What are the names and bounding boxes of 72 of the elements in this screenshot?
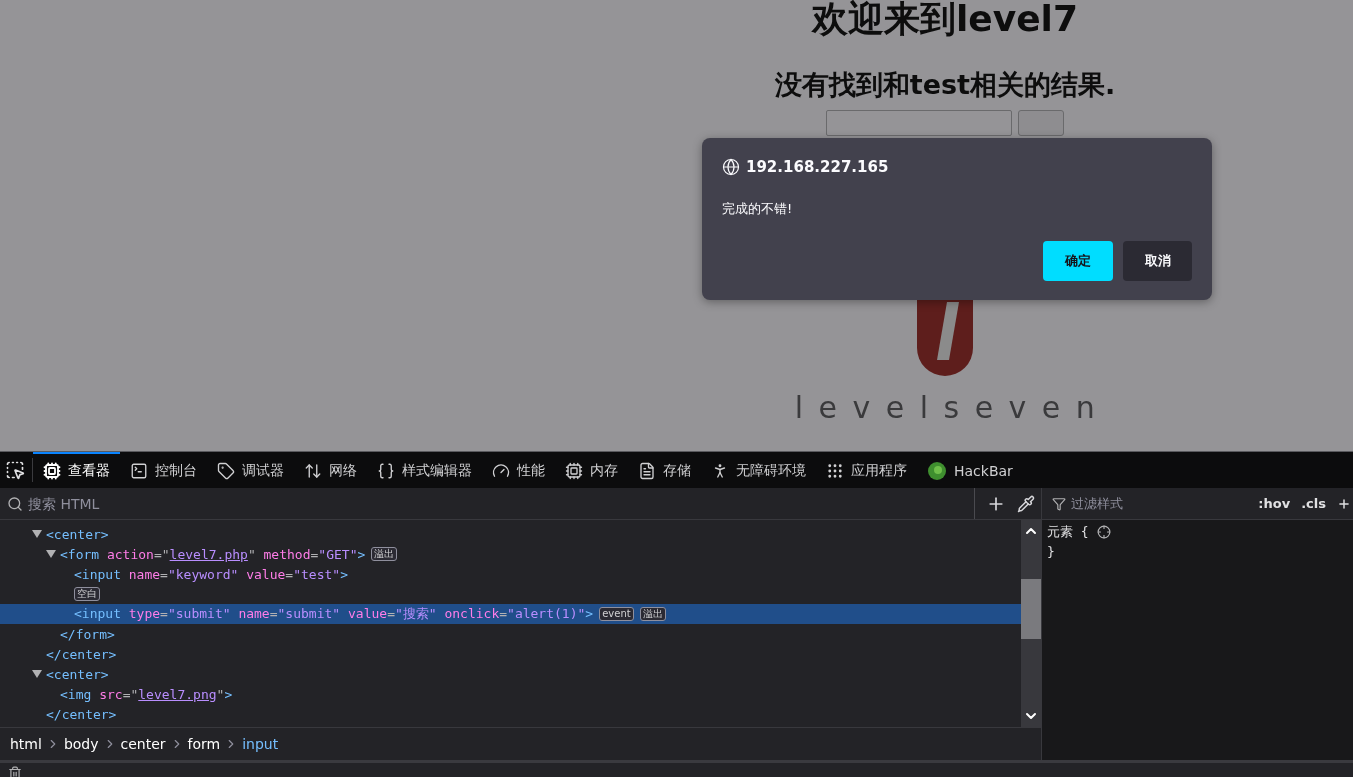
markup-badge[interactable]: 溢出 bbox=[371, 547, 398, 561]
html-tag-text: <form action="level7.php" method="GET"> bbox=[60, 546, 366, 562]
eyedropper-icon bbox=[1017, 494, 1035, 513]
breadcrumb[interactable]: input bbox=[242, 735, 279, 752]
expanded-arrow-icon[interactable] bbox=[32, 670, 42, 678]
hov-button[interactable]: :hov bbox=[1258, 496, 1291, 511]
dialog-message: 完成的不错! bbox=[722, 200, 794, 218]
html-tag-text: <center> bbox=[46, 526, 109, 542]
crosshair-icon[interactable] bbox=[1096, 525, 1111, 539]
result-heading: 没有找到和test相关的结果. bbox=[774, 68, 1116, 102]
file-icon bbox=[638, 462, 656, 480]
html-tag-text: <input type="submit" name="submit" value="搜索" onclick="alert(1)"> bbox=[74, 605, 594, 623]
grid-icon bbox=[826, 462, 844, 480]
markup-row[interactable]: <form action="level7.php" method="GET"> 溢出 bbox=[0, 544, 1021, 564]
devtools-tab[interactable]: HackBar bbox=[917, 452, 1023, 488]
html-tag-text: <input name="keyword" value="test"> bbox=[74, 566, 348, 582]
expanded-arrow-icon[interactable] bbox=[32, 530, 42, 538]
page-heading: 欢迎来到level7 bbox=[812, 0, 1078, 41]
terminal-icon bbox=[130, 462, 148, 480]
keyword-input[interactable] bbox=[826, 110, 1012, 136]
filter-icon bbox=[1052, 496, 1066, 511]
devtools-tab[interactable]: 网络 bbox=[294, 452, 367, 488]
extension-logo-icon bbox=[927, 461, 947, 481]
ok-button[interactable]: 确定 bbox=[1043, 241, 1113, 281]
markup-row[interactable]: <img src="level7.png"> bbox=[0, 684, 1021, 704]
rule-close: } bbox=[1047, 544, 1055, 559]
devtools-tab[interactable]: 无障碍环境 bbox=[701, 452, 816, 488]
devtools-tab[interactable]: 存储 bbox=[628, 452, 701, 488]
devtools-tab[interactable]: 控制台 bbox=[120, 452, 207, 488]
breadcrumb[interactable]: html bbox=[10, 735, 42, 752]
markup-row[interactable]: <center> bbox=[0, 524, 1021, 544]
braces-icon bbox=[377, 462, 395, 480]
markup-badge[interactable]: 空白 bbox=[74, 587, 100, 601]
rule-selector: 元素 { bbox=[1047, 523, 1089, 541]
plus-icon[interactable] bbox=[1337, 496, 1351, 511]
html-tag-text: <center> bbox=[46, 666, 109, 682]
markup-row[interactable]: <center> bbox=[0, 664, 1021, 684]
markup-badge[interactable]: 溢出 bbox=[639, 607, 666, 621]
chip-icon bbox=[565, 462, 583, 480]
markup-badge[interactable]: event bbox=[599, 607, 634, 621]
style-filter-input[interactable]: 过滤样式 bbox=[1069, 495, 1256, 512]
markup-row[interactable]: <input name="keyword" value="test"> bbox=[0, 564, 1021, 584]
breadcrumb[interactable]: center bbox=[120, 735, 166, 752]
html-search-field[interactable]: 搜索 HTML bbox=[0, 488, 975, 519]
gauge-icon bbox=[492, 462, 510, 480]
scrollbar[interactable] bbox=[1021, 520, 1041, 727]
logo-text: levelseven bbox=[793, 390, 1111, 425]
element-picker-icon[interactable] bbox=[5, 460, 25, 480]
devtools-tab[interactable]: 性能 bbox=[482, 452, 555, 488]
chip-icon bbox=[43, 462, 61, 480]
breadcrumb[interactable]: body bbox=[63, 735, 99, 752]
devtools-tab[interactable]: 调试器 bbox=[207, 452, 294, 488]
html-tag-text: </form> bbox=[60, 626, 115, 642]
devtools-tab[interactable]: 样式编辑器 bbox=[367, 452, 482, 488]
cancel-button[interactable]: 取消 bbox=[1123, 241, 1192, 281]
devtools-tab[interactable]: 内存 bbox=[555, 452, 628, 488]
html-tag-text: </center> bbox=[46, 646, 117, 662]
tag-icon bbox=[217, 462, 235, 480]
cls-button[interactable]: .cls bbox=[1301, 496, 1326, 511]
search-icon bbox=[7, 495, 23, 512]
origin-text: 192.168.227.165 bbox=[746, 158, 889, 176]
html-tag-text: </center> bbox=[46, 706, 117, 722]
expanded-arrow-icon[interactable] bbox=[46, 550, 56, 558]
html-tag-text: <img src="level7.png"> bbox=[60, 686, 233, 702]
markup-row[interactable]: 空白 bbox=[0, 584, 1021, 604]
arrows-icon bbox=[304, 462, 322, 480]
breadcrumb[interactable]: form bbox=[187, 735, 221, 752]
markup-row[interactable]: <input type="submit" name="submit" value="搜索" onclick="alert(1)"> event 溢出 bbox=[0, 604, 1021, 624]
globe-icon bbox=[722, 158, 740, 176]
devtools-tab[interactable]: 应用程序 bbox=[816, 452, 917, 488]
html-search-input[interactable]: 搜索 HTML bbox=[26, 494, 974, 513]
trash-icon[interactable] bbox=[8, 766, 22, 777]
